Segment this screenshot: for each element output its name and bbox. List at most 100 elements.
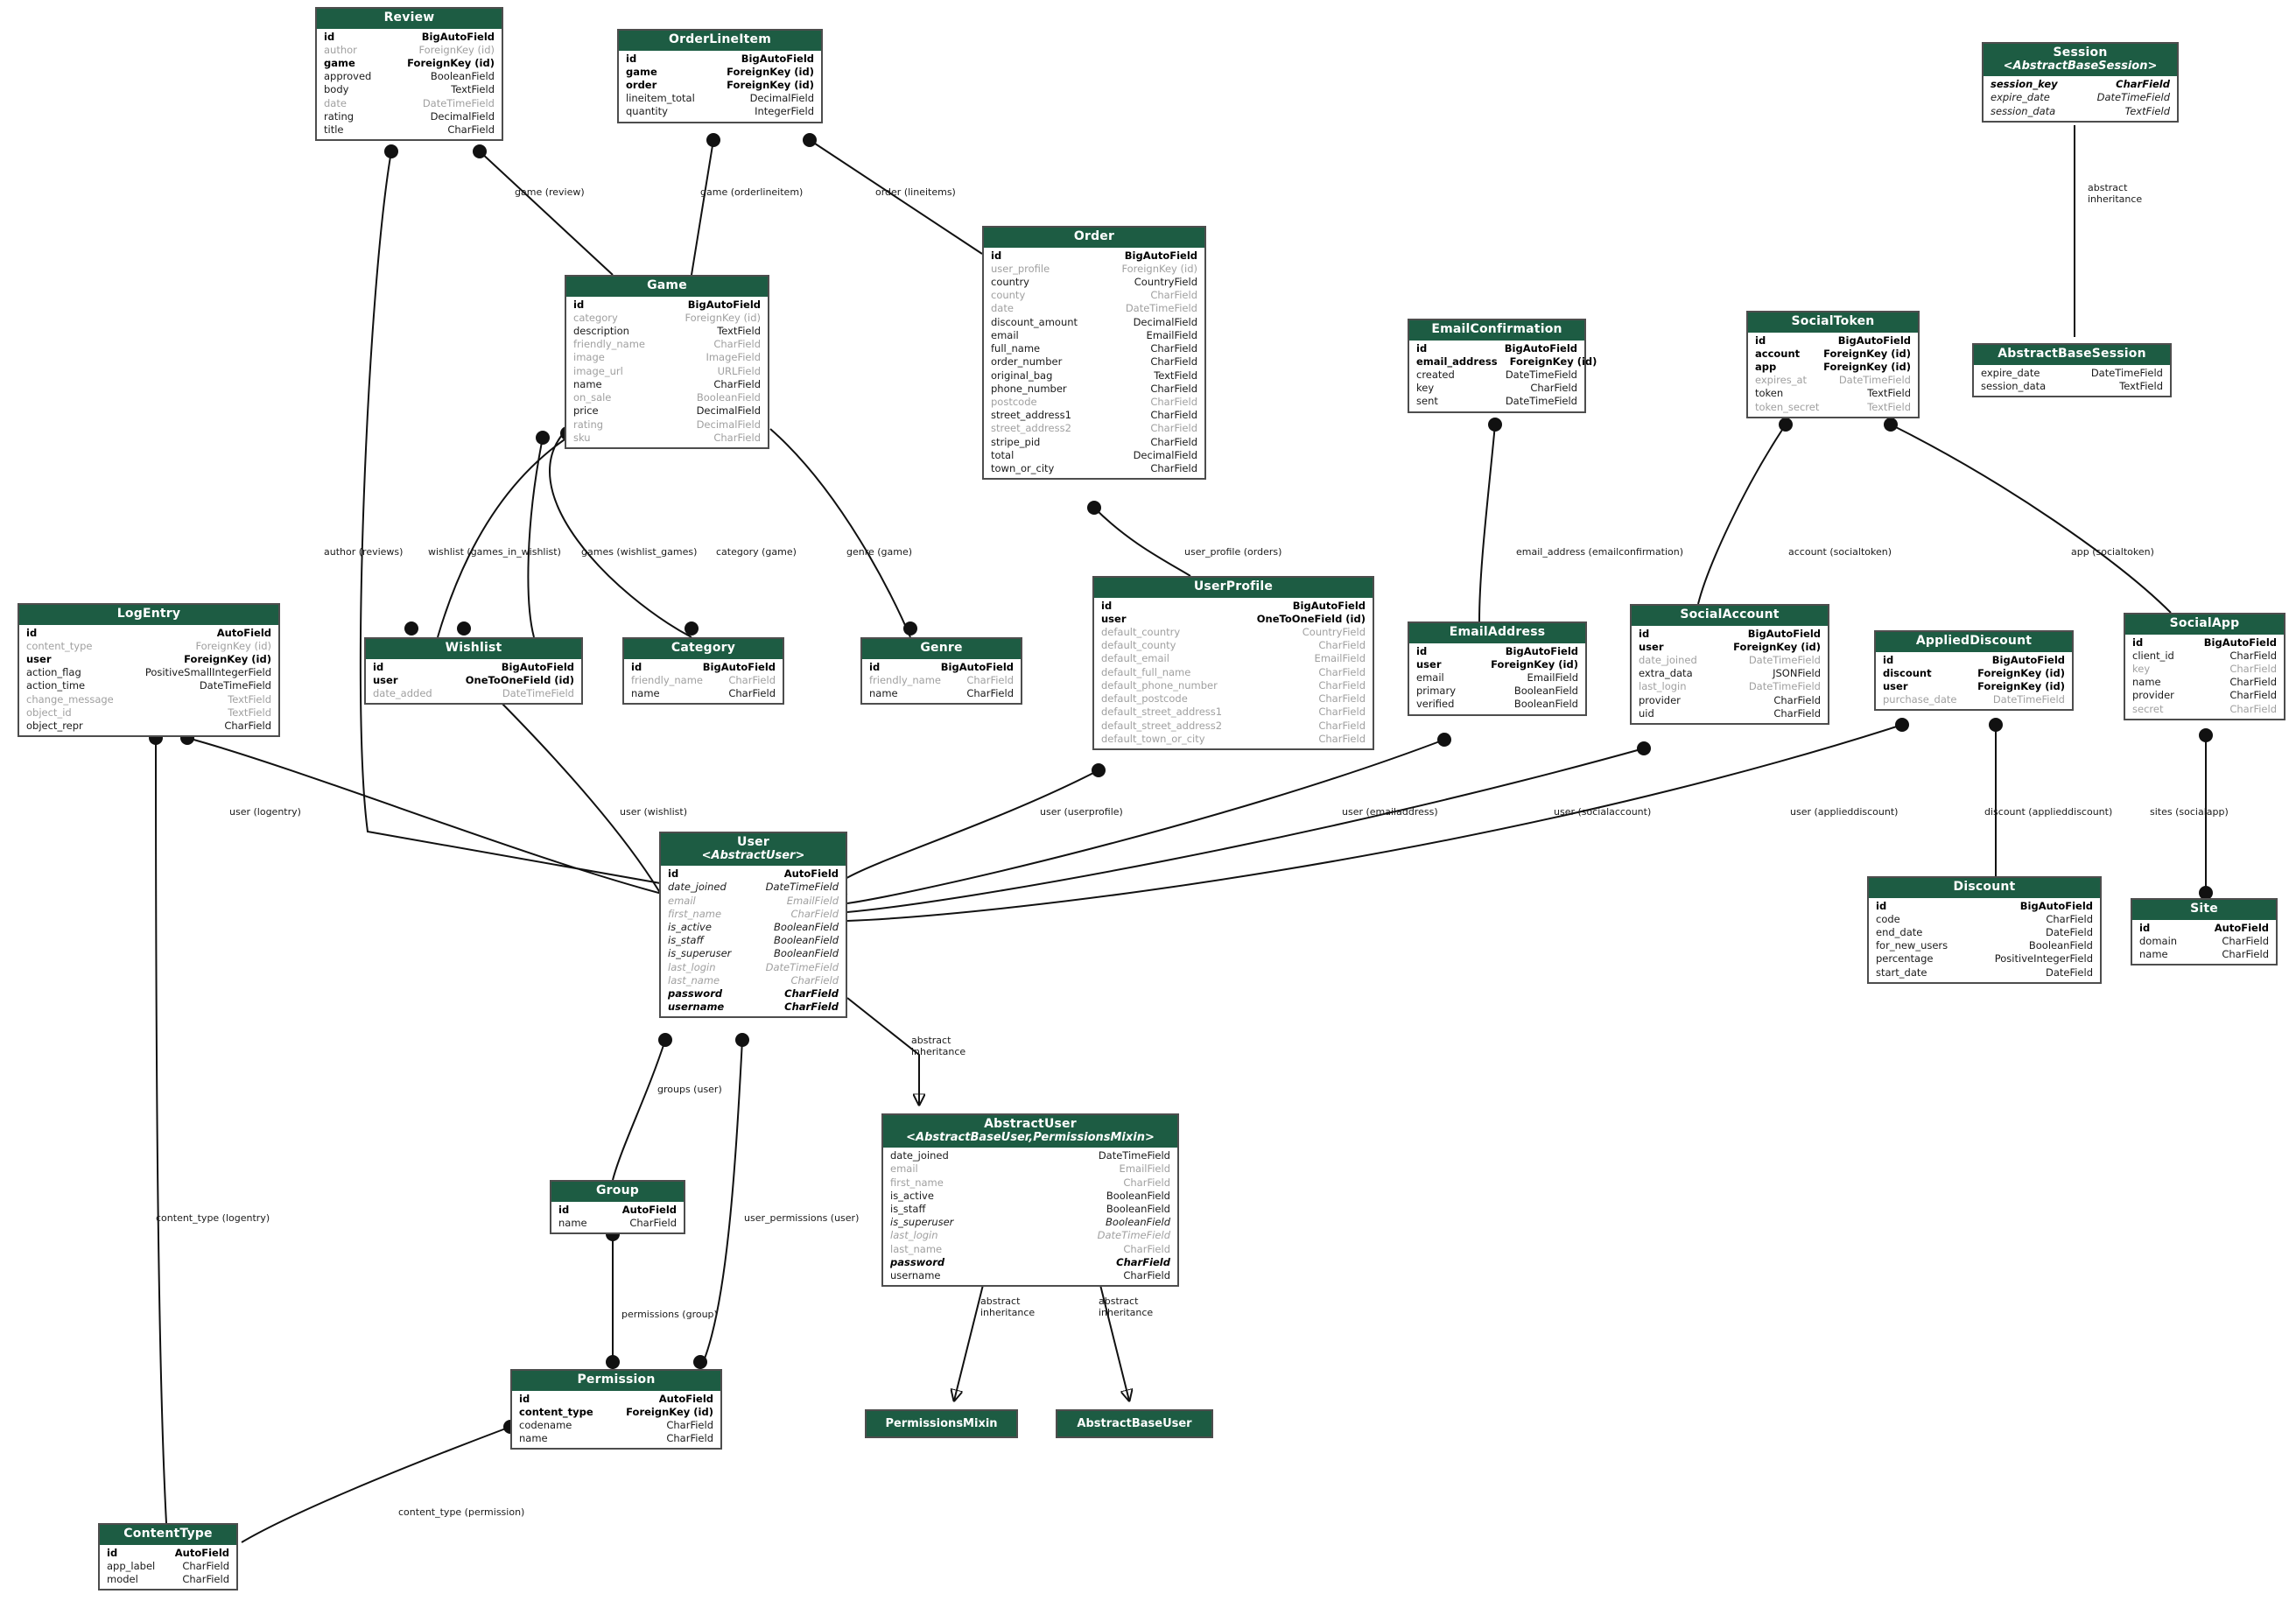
entity-site[interactable]: Site id AutoField domain CharField name CharFi… [2131,898,2278,966]
field-name: name [519,1432,548,1445]
field-row: last_login DateTimeField [1639,680,1821,693]
field-name: email [991,328,1019,341]
entity-category[interactable]: Category id BigAutoField friendly_name CharF… [622,637,784,706]
field-row: original_bag TextField [991,369,1197,383]
field-row: country CountryField [991,276,1197,289]
field-name: user [1101,612,1127,625]
entity-group[interactable]: Group id AutoField name CharField [550,1180,685,1235]
entity-header-logentry: LogEntry [19,605,278,625]
entity-socialtoken[interactable]: SocialToken id BigAutoField account ForeignK… [1746,311,1920,418]
field-type: DateTimeField [502,687,574,700]
entity-review[interactable]: Review id BigAutoField author ForeignKey (id… [315,7,503,142]
entity-emailaddress[interactable]: EmailAddress id BigAutoField user ForeignKey… [1408,621,1587,716]
field-row: approved BooleanField [324,70,495,83]
field-name: user [373,673,398,686]
field-type: CharField [1773,693,1821,706]
field-row: action_flag PositiveSmallIntegerField [26,666,271,679]
field-type: CharField [1123,1176,1170,1189]
field-name: description [573,325,629,338]
field-row: percentage PositiveIntegerField [1876,952,2093,966]
field-type: EmailField [1527,671,1578,685]
field-name: domain [2139,934,2178,947]
entity-title: Permission [577,1373,656,1387]
entity-title: Game [647,278,687,292]
field-row: user_profile ForeignKey (id) [991,263,1197,276]
entity-fields-emailconfirmation: id BigAutoField email_address ForeignKey (i… [1409,341,1597,411]
entity-userprofile[interactable]: UserProfile id BigAutoField user OneToOneFie… [1092,576,1374,750]
entity-applieddiscount[interactable]: AppliedDiscount id BigAutoField discount For… [1874,630,2074,712]
entity-logentry[interactable]: LogEntry id AutoField content_type ForeignKe… [18,603,280,738]
entity-game[interactable]: Game id BigAutoField category ForeignKey (id… [565,275,769,449]
field-name: country [991,276,1029,289]
field-row: uid CharField [1639,707,1821,720]
entity-header-emailaddress: EmailAddress [1409,623,1585,643]
entity-title: Genre [920,641,963,655]
field-name: username [890,1269,941,1282]
field-type: ForeignKey (id) [184,653,271,666]
field-type: AutoField [2214,921,2269,934]
class-box-permissionsmixin[interactable]: PermissionsMixin [865,1409,1018,1438]
field-name: content_type [26,639,93,652]
field-name: is_superuser [668,947,732,960]
field-row: provider CharField [2132,689,2277,702]
field-type: TextField [1867,387,1911,400]
entity-contenttype[interactable]: ContentType id AutoField app_label CharField… [98,1523,238,1591]
entity-socialapp[interactable]: SocialApp id BigAutoField client_id CharFiel… [2124,613,2285,720]
field-name: body [324,83,349,96]
entity-socialaccount[interactable]: SocialAccount id BigAutoField user ForeignKe… [1630,604,1829,726]
field-row: id BigAutoField [373,661,574,674]
field-name: id [991,249,1002,262]
field-name: order_number [991,355,1063,369]
field-name: default_street_address1 [1101,706,1223,719]
field-type: CharField [1150,435,1197,448]
entity-user[interactable]: User <AbstractUser> id AutoField date_joined… [659,832,847,1019]
field-name: total [991,448,1015,461]
entity-title: Site [2190,902,2218,916]
field-name: id [1883,653,1894,666]
field-row: username CharField [890,1269,1170,1282]
entity-genre[interactable]: Genre id BigAutoField friendly_name CharFiel… [860,637,1022,706]
entity-fields-socialaccount: id BigAutoField user ForeignKey (id) date_jo… [1632,626,1828,723]
entity-permission[interactable]: Permission id AutoField content_type Foreign… [510,1369,722,1450]
field-row: client_id CharField [2132,650,2277,663]
field-type: AutoField [216,626,271,639]
class-box-abstractbaseuser[interactable]: AbstractBaseUser [1056,1409,1213,1438]
field-name: user [1416,657,1442,671]
field-type: ForeignKey (id) [1977,680,2065,693]
field-type: OneToOneField (id) [465,673,574,686]
entity-emailconfirmation[interactable]: EmailConfirmation id BigAutoField email_add… [1408,319,1597,413]
edge-label-abstract-inheritance-base: abstract inheritance [1099,1296,1154,1318]
field-name: name [2139,948,2168,961]
field-row: for_new_users BooleanField [1876,939,2093,952]
field-type: TextField [2124,104,2170,117]
entity-fields-category: id BigAutoField friendly_name CharField name… [624,659,783,704]
field-row: date_joined DateTimeField [668,881,839,894]
field-name: key [1416,382,1435,395]
field-row: default_country CountryField [1101,626,1366,639]
field-type: BigAutoField [421,30,495,43]
field-type: DecimalField [696,418,761,431]
field-row: title CharField [324,123,495,137]
entity-discount[interactable]: Discount id BigAutoField code CharField end_d… [1867,876,2102,984]
entity-order[interactable]: Order id BigAutoField user_profile ForeignKe… [982,226,1206,481]
field-type: CharField [182,1559,229,1572]
field-row: id AutoField [558,1204,677,1217]
entity-session[interactable]: Session <AbstractBaseSession> session_key C… [1982,42,2179,123]
field-type: EmailField [786,894,839,907]
edge-label-user-permissions-user: user_permissions (user) [744,1212,860,1224]
entity-fields-review: id BigAutoField author ForeignKey (id) game F… [317,29,502,140]
field-name: key [2132,663,2151,676]
field-type: DateTimeField [1505,395,1577,408]
field-type: BigAutoField [501,660,574,673]
field-name: is_staff [668,934,704,947]
entity-abstractuser[interactable]: AbstractUser <AbstractBaseUser,Permission… [881,1113,1179,1288]
field-row: id BigAutoField [1416,342,1577,355]
field-type: ImageField [706,351,761,364]
entity-orderlineitem[interactable]: OrderLineItem id BigAutoField game ForeignKe… [617,29,823,123]
field-type: CharField [1773,706,1821,720]
entity-wishlist[interactable]: Wishlist id BigAutoField user OneToOneField … [364,637,583,706]
field-row: created DateTimeField [1416,369,1577,382]
edge-label-game-review: game (review) [515,186,585,198]
field-name: action_time [26,679,86,692]
entity-abstractbasesession[interactable]: AbstractBaseSession expire_date DateTimeFi… [1972,343,2172,398]
